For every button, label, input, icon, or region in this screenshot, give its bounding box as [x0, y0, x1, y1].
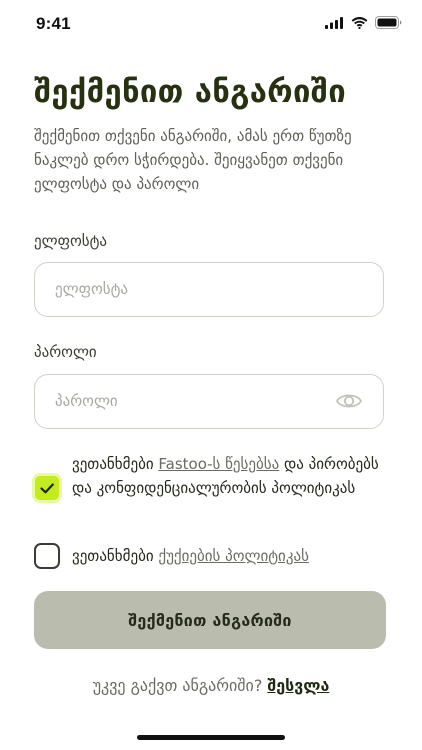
login-link[interactable]: შესვლა: [267, 676, 329, 695]
status-bar: 9:41: [0, 0, 422, 50]
cookies-text: ვეთანხმები ქუქიების პოლიტიკას: [72, 544, 397, 568]
home-indicator: [137, 735, 285, 740]
status-icons: [325, 16, 402, 29]
cookies-row: ვეთანხმები ქუქიების პოლიტიკას: [34, 543, 394, 573]
battery-icon: [375, 16, 402, 29]
login-prompt: უკვე გაქვთ ანგარიში? შესვლა: [0, 676, 422, 695]
email-field-box[interactable]: [34, 262, 384, 317]
signal-icon: [325, 16, 343, 29]
terms-row: ვეთანხმები Fastoo-ს წესებსა და პირობებს …: [32, 452, 397, 526]
password-input[interactable]: [55, 375, 335, 427]
create-account-button[interactable]: შექმენით ანგარიში: [34, 591, 386, 649]
cookies-checkbox[interactable]: [34, 543, 60, 569]
cookies-link[interactable]: ქუქიების პოლიტიკას: [158, 547, 309, 565]
login-question: უკვე გაქვთ ანგარიში?: [92, 676, 263, 695]
page-title: შექმენით ანგარიში: [34, 74, 346, 110]
wifi-icon: [351, 16, 368, 29]
email-input[interactable]: [55, 263, 335, 315]
terms-link[interactable]: Fastoo-ს წესებსა: [158, 455, 279, 473]
password-field-box[interactable]: [34, 374, 384, 429]
eye-icon[interactable]: [335, 389, 363, 413]
terms-prefix: ვეთანხმები: [72, 455, 159, 473]
terms-checkbox[interactable]: [32, 473, 62, 503]
terms-text: ვეთანხმები Fastoo-ს წესებსა და პირობებს …: [72, 452, 397, 500]
status-time: 9:41: [36, 14, 71, 33]
checkmark-icon: [40, 483, 54, 494]
page-subtitle: შექმენით თქვენი ანგარიში, ამას ერთ წუთზე…: [34, 127, 352, 193]
email-label: ელფოსტა: [34, 232, 108, 250]
cookies-prefix: ვეთანხმები: [72, 547, 159, 565]
password-label: პაროლი: [34, 343, 97, 361]
